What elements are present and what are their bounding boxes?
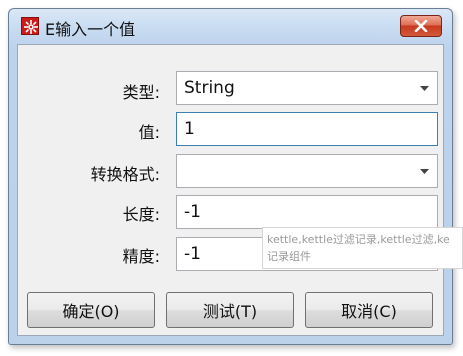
tooltip-line-1: kettle,kettle过滤记录,kettle过滤,ke <box>267 233 450 246</box>
cancel-button[interactable]: 取消(C) <box>305 292 433 328</box>
watermark-tooltip: kettle,kettle过滤记录,kettle过滤,ke 记录组件 <box>262 227 463 269</box>
tooltip-line-2: 记录组件 <box>267 250 311 263</box>
kettle-app-icon <box>21 17 39 35</box>
type-dropdown-button[interactable] <box>412 73 436 103</box>
type-select[interactable]: String <box>176 71 438 105</box>
close-icon <box>414 20 428 32</box>
dialog-window: E输入一个值 类型: String 值: 1 转换格式: 长度: -1 精度: … <box>8 8 453 345</box>
ok-button[interactable]: 确定(O) <box>27 292 155 328</box>
dialog-client-area: 类型: String 值: 1 转换格式: 长度: -1 精度: -1 确定(O… <box>17 44 444 336</box>
format-dropdown-button[interactable] <box>412 156 436 186</box>
format-select[interactable] <box>176 154 438 188</box>
chevron-down-icon <box>419 168 429 174</box>
format-label: 转换格式: <box>90 165 160 184</box>
test-button[interactable]: 测试(T) <box>166 292 294 328</box>
length-input[interactable]: -1 <box>176 195 438 229</box>
title-bar[interactable]: E输入一个值 <box>9 9 452 43</box>
precision-label: 精度: <box>122 247 160 266</box>
screenshot-frame: E输入一个值 类型: String 值: 1 转换格式: 长度: -1 精度: … <box>0 0 463 356</box>
value-label: 值: <box>138 123 160 142</box>
type-select-value: String <box>184 78 235 98</box>
value-input[interactable]: 1 <box>176 112 438 146</box>
chevron-down-icon <box>419 85 429 91</box>
length-label: 长度: <box>122 205 160 224</box>
window-title: E输入一个值 <box>45 20 136 39</box>
close-button[interactable] <box>400 15 442 37</box>
type-label: 类型: <box>122 83 160 102</box>
